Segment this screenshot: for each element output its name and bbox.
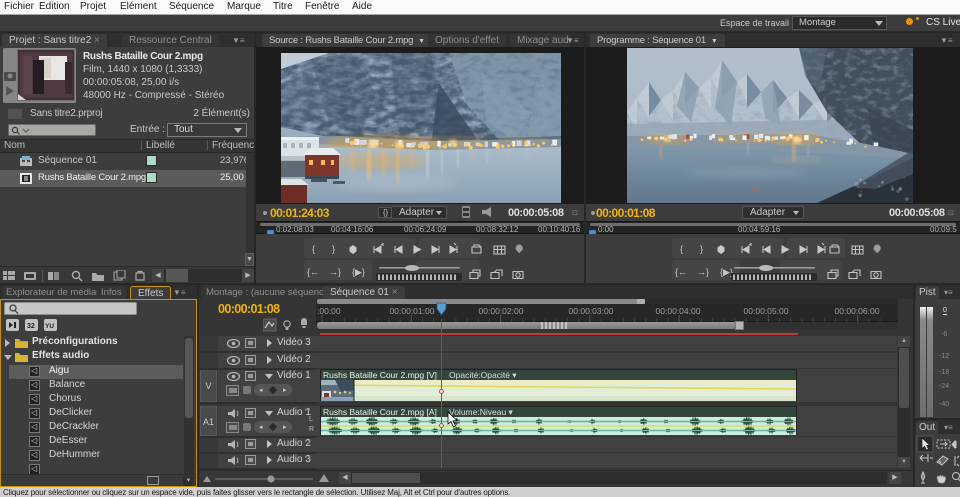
svg-text:}: }: [700, 244, 703, 254]
svg-text:00:00:06:00: 00:00:06:00: [835, 306, 880, 316]
svg-text:00:00:05:00: 00:00:05:00: [744, 306, 789, 316]
svg-text:{▶}: {▶}: [352, 267, 365, 277]
svg-text::00:00: :00:00: [317, 306, 341, 316]
svg-text:00:00:01:00: 00:00:01:00: [390, 306, 435, 316]
svg-text:{←: {←: [307, 267, 319, 277]
svg-text:→}: →}: [697, 267, 709, 277]
svg-text:32: 32: [27, 323, 35, 330]
svg-text:{←: {←: [675, 267, 687, 277]
svg-text:}: }: [332, 244, 335, 254]
svg-text:{: {: [312, 244, 315, 254]
svg-text:{▶}: {▶}: [720, 267, 733, 277]
svg-text:{: {: [680, 244, 683, 254]
svg-text:→}: →}: [329, 267, 341, 277]
svg-text:00:00:03:00: 00:00:03:00: [569, 306, 614, 316]
svg-text:00:00:02:00: 00:00:02:00: [479, 306, 524, 316]
svg-text:YU: YU: [45, 323, 54, 330]
svg-text:00:00:04:00: 00:00:04:00: [656, 306, 701, 316]
